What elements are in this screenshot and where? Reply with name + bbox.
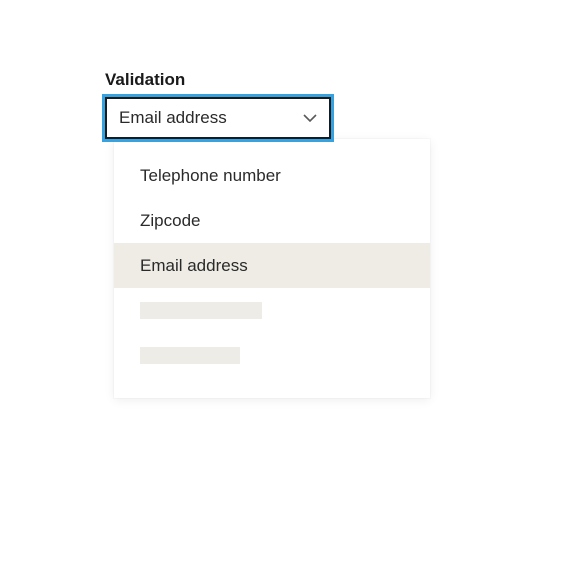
dropdown-option-email[interactable]: Email address: [114, 243, 430, 288]
field-label: Validation: [105, 70, 331, 90]
dropdown-option-telephone[interactable]: Telephone number: [114, 153, 430, 198]
dropdown-option-zipcode[interactable]: Zipcode: [114, 198, 430, 243]
chevron-down-icon: [303, 111, 317, 125]
dropdown-option-label: Email address: [140, 256, 248, 276]
dropdown-option-label: Telephone number: [140, 166, 281, 186]
validation-field: Validation Email address Telephone numbe…: [105, 70, 331, 139]
placeholder-bar: [140, 302, 262, 319]
validation-select[interactable]: Email address: [105, 97, 331, 139]
dropdown-option-label: Zipcode: [140, 211, 200, 231]
placeholder-bar: [140, 347, 240, 364]
dropdown-option-loading: [114, 288, 430, 333]
dropdown-option-loading: [114, 333, 430, 378]
dropdown-menu: Telephone number Zipcode Email address: [114, 139, 430, 398]
select-value: Email address: [119, 108, 227, 128]
select-wrapper: Email address Telephone number Zipcode E…: [105, 97, 331, 139]
